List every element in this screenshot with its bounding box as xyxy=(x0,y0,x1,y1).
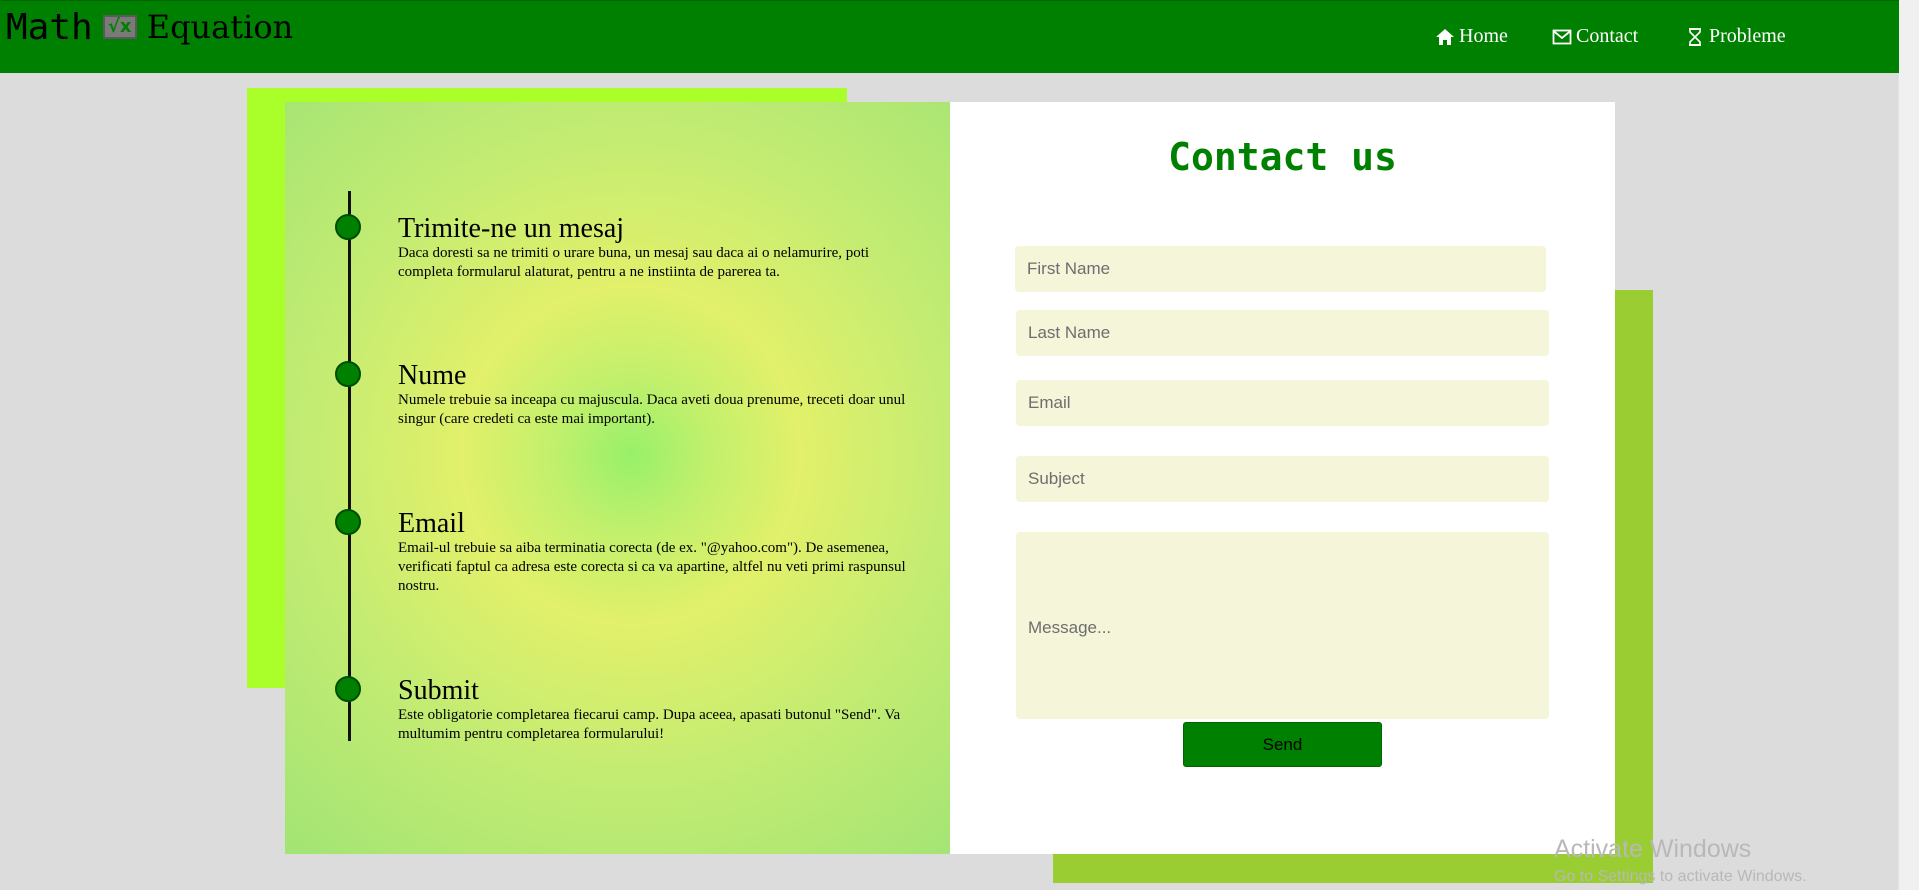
nav-contact-link[interactable]: Contact xyxy=(1552,25,1638,48)
timeline-line xyxy=(348,191,351,741)
nav-probleme-label: Probleme xyxy=(1709,25,1786,47)
info-step: Trimite-ne un mesaj Daca doresti sa ne t… xyxy=(398,214,918,282)
info-step-title: Nume xyxy=(398,360,467,391)
page-scrollbar[interactable] xyxy=(1898,0,1919,890)
nav-home-label: Home xyxy=(1459,25,1508,47)
last-name-field[interactable] xyxy=(1016,310,1549,356)
nav-probleme-link[interactable]: Probleme xyxy=(1685,25,1786,48)
sqrt-icon: √x xyxy=(102,15,137,39)
watermark-title: Activate Windows xyxy=(1554,835,1752,863)
contact-title: Contact us xyxy=(1168,135,1397,179)
send-button[interactable]: Send xyxy=(1183,722,1382,767)
logo-text-equation: Equation xyxy=(146,8,294,46)
logo-text-math: Math xyxy=(6,6,93,48)
info-step-text: Email-ul trebuie sa aiba terminatia core… xyxy=(398,540,906,594)
info-step-text: Este obligatorie completarea fiecarui ca… xyxy=(398,707,901,742)
email-field[interactable] xyxy=(1016,380,1549,426)
top-navbar: Math √x Equation Home Contact Probleme xyxy=(0,0,1899,73)
nav-contact-label: Contact xyxy=(1576,25,1639,47)
info-step-title: Submit xyxy=(398,675,479,706)
site-logo[interactable]: Math √x Equation xyxy=(6,5,293,49)
nav-home-link[interactable]: Home xyxy=(1435,25,1508,48)
hourglass-icon xyxy=(1689,27,1701,46)
info-step-title: Email xyxy=(398,508,465,539)
info-step-text: Numele trebuie sa inceapa cu majuscula. … xyxy=(398,392,906,427)
timeline-dot xyxy=(335,676,361,702)
timeline-dot xyxy=(335,509,361,535)
subject-field[interactable] xyxy=(1016,456,1549,502)
info-step: Nume Numele trebuie sa inceapa cu majusc… xyxy=(398,361,918,429)
timeline-dot xyxy=(335,214,361,240)
info-step-title: Trimite-ne un mesaj xyxy=(398,213,625,244)
activate-windows-watermark: Activate Windows Go to Settings to activ… xyxy=(1554,835,1807,886)
home-icon xyxy=(1436,28,1454,45)
envelope-icon xyxy=(1552,29,1572,44)
info-step-text: Daca doresti sa ne trimiti o urare buna,… xyxy=(398,245,870,280)
first-name-field[interactable] xyxy=(1015,246,1546,292)
message-field[interactable] xyxy=(1016,532,1549,719)
watermark-subtitle: Go to Settings to activate Windows. xyxy=(1554,868,1807,885)
info-step: Submit Este obligatorie completarea fiec… xyxy=(398,676,918,744)
timeline-dot xyxy=(335,361,361,387)
info-step: Email Email-ul trebuie sa aiba terminati… xyxy=(398,509,918,596)
